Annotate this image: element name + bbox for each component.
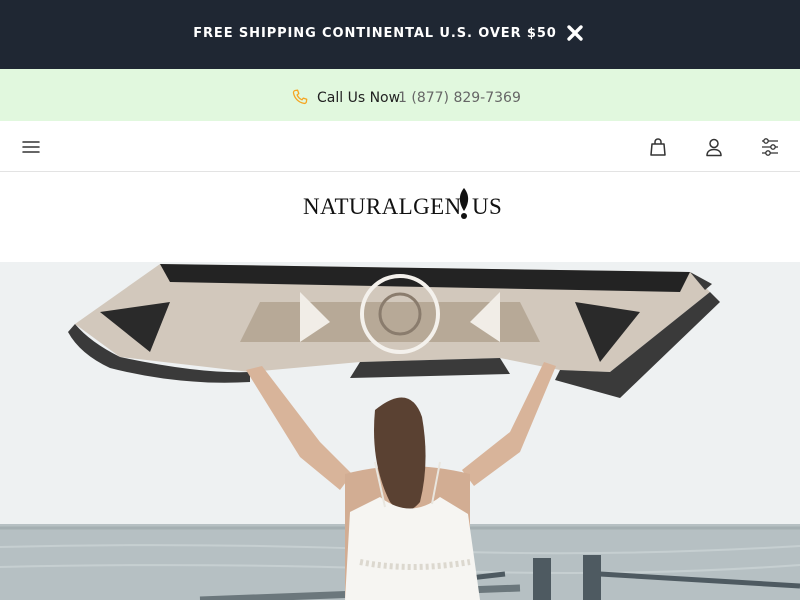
promo-banner: FREE SHIPPING CONTINENTAL U.S. OVER $50 [0,0,800,69]
user-icon[interactable] [704,137,724,157]
contact-bar: Call Us Now 1 (877) 829-7369 [0,69,800,121]
call-label: Call Us Now [317,90,401,106]
logo-text-left: NATURALGEN [303,194,462,219]
hero-banner-image[interactable] [0,262,800,600]
hamburger-menu-icon[interactable] [21,137,41,157]
logo-header: NATURALGEN US [0,172,800,262]
phone-icon [292,89,308,105]
leaf-icon [459,188,469,219]
phone-number[interactable]: 1 (877) 829-7369 [398,90,521,106]
close-icon[interactable] [563,21,587,45]
shopping-bag-icon[interactable] [648,137,668,157]
sliders-icon[interactable] [760,137,780,157]
logo-text-right: US [472,194,503,219]
site-logo[interactable]: NATURALGEN US [303,188,503,224]
promo-text: FREE SHIPPING CONTINENTAL U.S. OVER $50 [193,26,557,41]
top-nav [0,121,800,172]
